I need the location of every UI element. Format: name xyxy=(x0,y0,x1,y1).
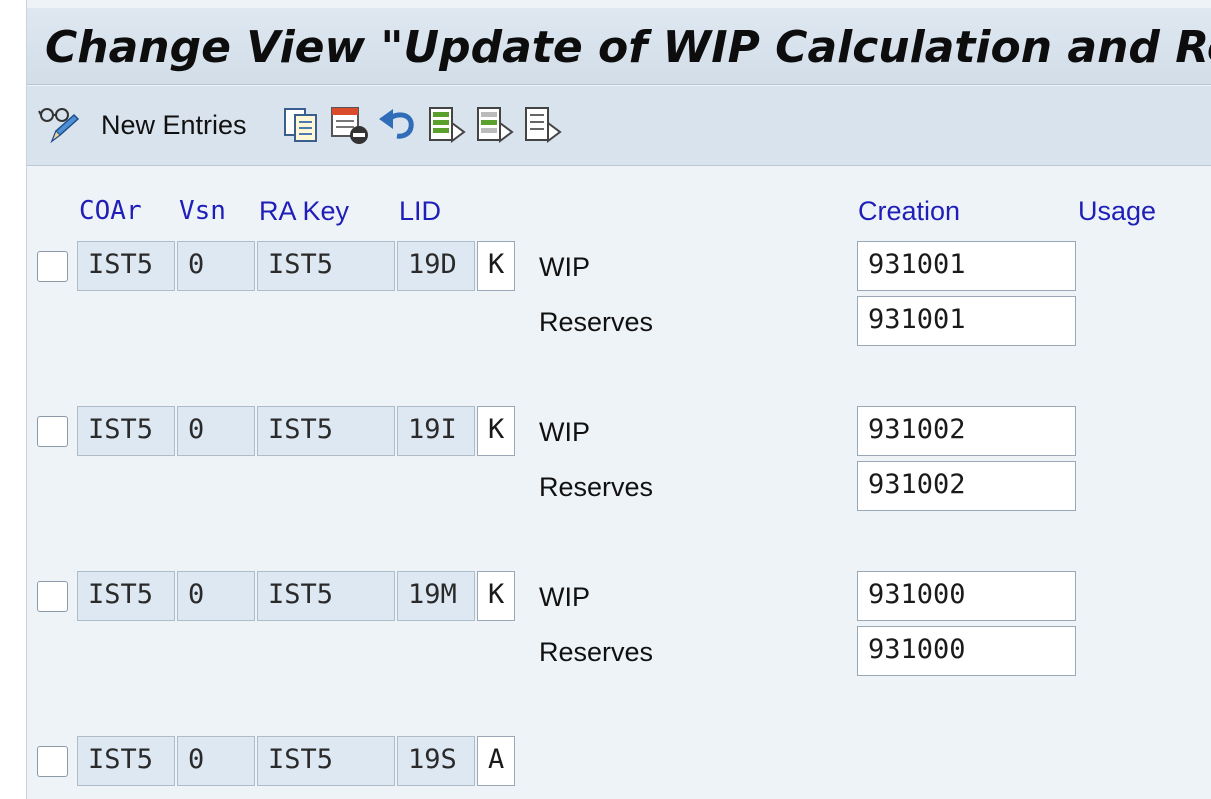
delete-button[interactable] xyxy=(327,104,373,146)
deselect-all-button[interactable] xyxy=(521,104,563,146)
title-bar: Change View "Update of WIP Calculation a… xyxy=(27,8,1211,85)
application-toolbar: New Entries xyxy=(27,86,1211,166)
undo-icon xyxy=(379,109,414,139)
lid-cell: 19D xyxy=(397,241,475,291)
page-title: Change View "Update of WIP Calculation a… xyxy=(45,22,1211,73)
column-header-creation: Creation xyxy=(858,196,961,226)
delete-row-icon xyxy=(331,107,368,144)
copy-icon xyxy=(284,108,317,142)
column-header-vsn: Vsn xyxy=(179,196,226,226)
type-field[interactable]: A xyxy=(477,736,515,786)
reserves-label: Reserves xyxy=(539,307,654,337)
wip-label: WIP xyxy=(539,582,590,612)
reserves-creation-field[interactable]: 931000 xyxy=(857,626,1076,676)
column-header-lid: LID xyxy=(399,196,442,226)
ra-key-cell: IST5 xyxy=(257,736,395,786)
type-field[interactable]: K xyxy=(477,241,515,291)
row-select-checkbox[interactable] xyxy=(37,416,68,447)
wip-creation-field[interactable]: 931002 xyxy=(857,406,1076,456)
row-select-checkbox[interactable] xyxy=(37,251,68,282)
lid-cell: 19M xyxy=(397,571,475,621)
reserves-label: Reserves xyxy=(539,472,654,502)
row-select-checkbox[interactable] xyxy=(37,581,68,612)
select-all-icon xyxy=(429,107,466,143)
wip-label: WIP xyxy=(539,252,590,282)
deselect-all-icon xyxy=(525,107,562,143)
column-header-coar: COAr xyxy=(79,196,142,226)
coar-cell: IST5 xyxy=(77,736,175,786)
lid-cell: 19S xyxy=(397,736,475,786)
select-block-button[interactable] xyxy=(473,104,515,146)
ra-key-cell: IST5 xyxy=(257,571,395,621)
reserves-label: Reserves xyxy=(539,637,654,667)
ra-key-cell: IST5 xyxy=(257,241,395,291)
wip-label: WIP xyxy=(539,417,590,447)
column-header-ra-key: RA Key xyxy=(259,196,350,226)
lid-cell: 19I xyxy=(397,406,475,456)
ra-key-cell: IST5 xyxy=(257,406,395,456)
reserves-creation-field[interactable]: 931001 xyxy=(857,296,1076,346)
vsn-cell: 0 xyxy=(177,736,255,786)
wip-creation-field[interactable]: 931001 xyxy=(857,241,1076,291)
coar-cell: IST5 xyxy=(77,571,175,621)
type-field[interactable]: K xyxy=(477,406,515,456)
vsn-cell: 0 xyxy=(177,571,255,621)
copy-as-button[interactable] xyxy=(279,104,323,146)
sap-window: Change View "Update of WIP Calculation a… xyxy=(26,0,1211,799)
vsn-cell: 0 xyxy=(177,406,255,456)
row-select-checkbox[interactable] xyxy=(37,746,68,777)
new-entries-button[interactable]: New Entries xyxy=(101,110,247,141)
select-all-button[interactable] xyxy=(425,104,467,146)
select-block-icon xyxy=(477,107,514,143)
column-header-usage: Usage xyxy=(1078,196,1157,226)
vsn-cell: 0 xyxy=(177,241,255,291)
coar-cell: IST5 xyxy=(77,241,175,291)
undo-change-button[interactable] xyxy=(375,104,419,146)
glasses-pencil-icon xyxy=(38,108,80,144)
display-change-toggle-button[interactable] xyxy=(37,104,83,146)
reserves-creation-field[interactable]: 931002 xyxy=(857,461,1076,511)
coar-cell: IST5 xyxy=(77,406,175,456)
type-field[interactable]: K xyxy=(477,571,515,621)
wip-creation-field[interactable]: 931000 xyxy=(857,571,1076,621)
